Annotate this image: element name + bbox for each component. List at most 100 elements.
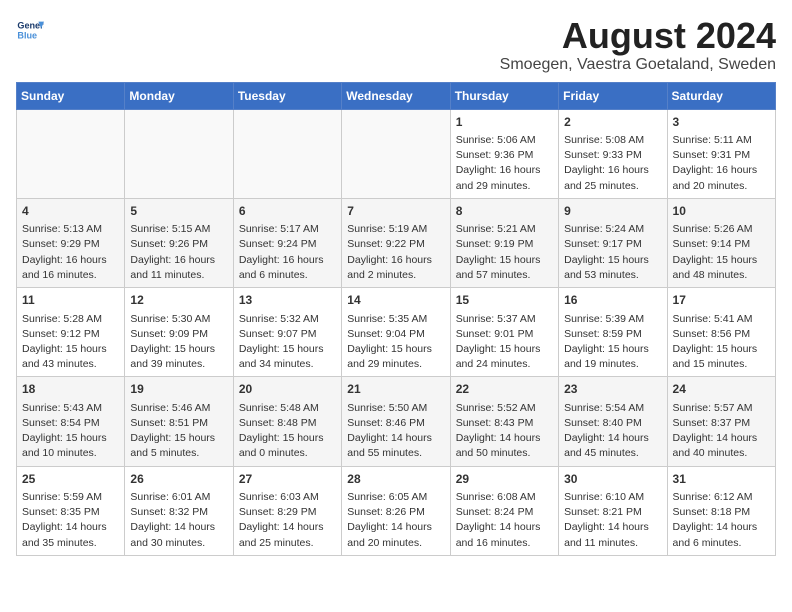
day-number: 22	[456, 381, 553, 398]
day-number: 21	[347, 381, 444, 398]
day-info: Sunrise: 5:41 AMSunset: 8:56 PMDaylight:…	[673, 312, 770, 373]
day-info: Sunrise: 5:06 AMSunset: 9:36 PMDaylight:…	[456, 133, 553, 194]
day-info: Sunrise: 5:21 AMSunset: 9:19 PMDaylight:…	[456, 222, 553, 283]
day-header-saturday: Saturday	[667, 82, 775, 109]
calendar-title: August 2024	[500, 16, 776, 56]
day-header-thursday: Thursday	[450, 82, 558, 109]
calendar-cell: 2 Sunrise: 5:08 AMSunset: 9:33 PMDaylight…	[559, 109, 667, 198]
day-info: Sunrise: 6:08 AMSunset: 8:24 PMDaylight:…	[456, 490, 553, 551]
day-number: 7	[347, 203, 444, 220]
calendar-body: 1 Sunrise: 5:06 AMSunset: 9:36 PMDaylight…	[17, 109, 776, 555]
calendar-cell	[125, 109, 233, 198]
day-number: 19	[130, 381, 227, 398]
day-header-monday: Monday	[125, 82, 233, 109]
day-info: Sunrise: 5:35 AMSunset: 9:04 PMDaylight:…	[347, 312, 444, 373]
day-number: 29	[456, 471, 553, 488]
day-info: Sunrise: 5:28 AMSunset: 9:12 PMDaylight:…	[22, 312, 119, 373]
calendar-cell: 21 Sunrise: 5:50 AMSunset: 8:46 PMDayligh…	[342, 377, 450, 466]
day-number: 13	[239, 292, 336, 309]
calendar-table: SundayMondayTuesdayWednesdayThursdayFrid…	[16, 82, 776, 556]
calendar-cell: 18 Sunrise: 5:43 AMSunset: 8:54 PMDayligh…	[17, 377, 125, 466]
day-info: Sunrise: 5:43 AMSunset: 8:54 PMDaylight:…	[22, 401, 119, 462]
day-number: 11	[22, 292, 119, 309]
day-number: 26	[130, 471, 227, 488]
day-info: Sunrise: 5:52 AMSunset: 8:43 PMDaylight:…	[456, 401, 553, 462]
day-number: 23	[564, 381, 661, 398]
day-info: Sunrise: 5:30 AMSunset: 9:09 PMDaylight:…	[130, 312, 227, 373]
day-info: Sunrise: 5:26 AMSunset: 9:14 PMDaylight:…	[673, 222, 770, 283]
day-header-friday: Friday	[559, 82, 667, 109]
calendar-cell: 27 Sunrise: 6:03 AMSunset: 8:29 PMDayligh…	[233, 466, 341, 555]
day-number: 17	[673, 292, 770, 309]
calendar-cell: 28Sunrise: 6:05 AMSunset: 8:26 PMDayligh…	[342, 466, 450, 555]
calendar-cell: 15 Sunrise: 5:37 AMSunset: 9:01 PMDayligh…	[450, 288, 558, 377]
logo: General Blue	[16, 16, 44, 44]
calendar-cell	[17, 109, 125, 198]
day-info: Sunrise: 6:12 AMSunset: 8:18 PMDaylight:…	[673, 490, 770, 551]
calendar-cell: 19 Sunrise: 5:46 AMSunset: 8:51 PMDayligh…	[125, 377, 233, 466]
day-info: Sunrise: 5:37 AMSunset: 9:01 PMDaylight:…	[456, 312, 553, 373]
day-info: Sunrise: 5:17 AMSunset: 9:24 PMDaylight:…	[239, 222, 336, 283]
calendar-cell: 8Sunrise: 5:21 AMSunset: 9:19 PMDaylight…	[450, 198, 558, 287]
calendar-cell: 14 Sunrise: 5:35 AMSunset: 9:04 PMDayligh…	[342, 288, 450, 377]
day-number: 15	[456, 292, 553, 309]
day-number: 20	[239, 381, 336, 398]
day-info: Sunrise: 5:13 AMSunset: 9:29 PMDaylight:…	[22, 222, 119, 283]
day-header-tuesday: Tuesday	[233, 82, 341, 109]
calendar-cell: 3Sunrise: 5:11 AMSunset: 9:31 PMDaylight…	[667, 109, 775, 198]
calendar-cell: 26 Sunrise: 6:01 AMSunset: 8:32 PMDayligh…	[125, 466, 233, 555]
day-info: Sunrise: 5:11 AMSunset: 9:31 PMDaylight:…	[673, 133, 770, 194]
svg-text:Blue: Blue	[17, 30, 37, 40]
day-number: 25	[22, 471, 119, 488]
calendar-cell: 23 Sunrise: 5:54 AMSunset: 8:40 PMDayligh…	[559, 377, 667, 466]
day-info: Sunrise: 5:08 AMSunset: 9:33 PMDaylight:…	[564, 133, 661, 194]
day-info: Sunrise: 6:01 AMSunset: 8:32 PMDaylight:…	[130, 490, 227, 551]
day-info: Sunrise: 5:54 AMSunset: 8:40 PMDaylight:…	[564, 401, 661, 462]
calendar-cell: 25 Sunrise: 5:59 AMSunset: 8:35 PMDayligh…	[17, 466, 125, 555]
day-info: Sunrise: 5:48 AMSunset: 8:48 PMDaylight:…	[239, 401, 336, 462]
day-number: 12	[130, 292, 227, 309]
day-number: 2	[564, 114, 661, 131]
day-info: Sunrise: 5:50 AMSunset: 8:46 PMDaylight:…	[347, 401, 444, 462]
calendar-cell: 12 Sunrise: 5:30 AMSunset: 9:09 PMDayligh…	[125, 288, 233, 377]
calendar-cell: 10Sunrise: 5:26 AMSunset: 9:14 PMDayligh…	[667, 198, 775, 287]
calendar-week-4: 18 Sunrise: 5:43 AMSunset: 8:54 PMDayligh…	[17, 377, 776, 466]
calendar-week-2: 4 Sunrise: 5:13 AMSunset: 9:29 PMDaylight…	[17, 198, 776, 287]
day-number: 1	[456, 114, 553, 131]
calendar-cell: 22 Sunrise: 5:52 AMSunset: 8:43 PMDayligh…	[450, 377, 558, 466]
calendar-cell	[342, 109, 450, 198]
day-info: Sunrise: 5:46 AMSunset: 8:51 PMDaylight:…	[130, 401, 227, 462]
day-info: Sunrise: 5:19 AMSunset: 9:22 PMDaylight:…	[347, 222, 444, 283]
title-area: August 2024 Smoegen, Vaestra Goetaland, …	[500, 16, 776, 74]
calendar-cell	[233, 109, 341, 198]
day-number: 31	[673, 471, 770, 488]
day-number: 4	[22, 203, 119, 220]
day-info: Sunrise: 5:32 AMSunset: 9:07 PMDaylight:…	[239, 312, 336, 373]
logo-icon: General Blue	[16, 16, 44, 44]
calendar-header-row: SundayMondayTuesdayWednesdayThursdayFrid…	[17, 82, 776, 109]
day-info: Sunrise: 5:15 AMSunset: 9:26 PMDaylight:…	[130, 222, 227, 283]
calendar-cell: 11 Sunrise: 5:28 AMSunset: 9:12 PMDayligh…	[17, 288, 125, 377]
day-number: 14	[347, 292, 444, 309]
calendar-cell: 24Sunrise: 5:57 AMSunset: 8:37 PMDayligh…	[667, 377, 775, 466]
day-header-sunday: Sunday	[17, 82, 125, 109]
calendar-subtitle: Smoegen, Vaestra Goetaland, Sweden	[500, 56, 776, 74]
day-number: 24	[673, 381, 770, 398]
calendar-cell: 4 Sunrise: 5:13 AMSunset: 9:29 PMDaylight…	[17, 198, 125, 287]
day-info: Sunrise: 5:59 AMSunset: 8:35 PMDaylight:…	[22, 490, 119, 551]
calendar-cell: 5Sunrise: 5:15 AMSunset: 9:26 PMDaylight…	[125, 198, 233, 287]
calendar-cell: 30Sunrise: 6:10 AMSunset: 8:21 PMDayligh…	[559, 466, 667, 555]
calendar-cell: 7 Sunrise: 5:19 AMSunset: 9:22 PMDaylight…	[342, 198, 450, 287]
header: General Blue August 2024 Smoegen, Vaestr…	[16, 16, 776, 74]
day-info: Sunrise: 6:03 AMSunset: 8:29 PMDaylight:…	[239, 490, 336, 551]
day-number: 9	[564, 203, 661, 220]
calendar-cell: 31 Sunrise: 6:12 AMSunset: 8:18 PMDayligh…	[667, 466, 775, 555]
calendar-cell: 16Sunrise: 5:39 AMSunset: 8:59 PMDayligh…	[559, 288, 667, 377]
day-number: 27	[239, 471, 336, 488]
calendar-week-1: 1 Sunrise: 5:06 AMSunset: 9:36 PMDaylight…	[17, 109, 776, 198]
day-number: 18	[22, 381, 119, 398]
day-number: 6	[239, 203, 336, 220]
calendar-cell: 9Sunrise: 5:24 AMSunset: 9:17 PMDaylight…	[559, 198, 667, 287]
day-number: 16	[564, 292, 661, 309]
calendar-week-5: 25 Sunrise: 5:59 AMSunset: 8:35 PMDayligh…	[17, 466, 776, 555]
